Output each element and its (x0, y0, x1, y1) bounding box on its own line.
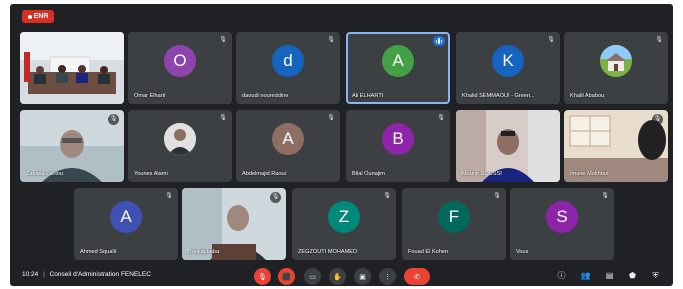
host-controls-button[interactable]: ⛨ (650, 270, 661, 281)
people-icon: 👥 (580, 271, 591, 280)
mic-off-icon: 🎙 (547, 37, 555, 43)
chat-button[interactable]: ▤ (604, 270, 615, 281)
meet-window: ENR 🎙 O Omar Elharti 🎙 d daoudi noureddi… (10, 4, 673, 286)
avatar: A (110, 200, 142, 233)
raise-hand-button[interactable]: ✋ (329, 268, 346, 285)
participant-name: Khalil Ababou (570, 93, 605, 99)
leave-call-button[interactable]: ✆ (404, 268, 430, 285)
mic-off-icon: 🎙 (270, 192, 281, 203)
camera-off-icon: ⬛ (282, 273, 291, 281)
participant-name: Younes Alami (134, 171, 168, 177)
avatar-photo (164, 122, 196, 155)
speaking-indicator-icon (433, 36, 445, 46)
people-button[interactable]: 👥 (580, 270, 591, 281)
avatar: Z (328, 200, 360, 233)
participant-name: daoudi noureddine (242, 93, 289, 99)
participant-tile-boukachaba[interactable]: 🎙 Boukachaba (182, 188, 286, 260)
mic-off-icon: 🎙 (165, 193, 173, 199)
participant-name: Imane Mokhtari (570, 171, 609, 177)
mic-off-icon: 🎙 (437, 115, 445, 121)
mic-off-icon: 🎙 (383, 193, 391, 199)
participant-name: Fouad El Kohen (408, 249, 449, 255)
captions-button[interactable]: ▭ (304, 268, 321, 285)
participant-name: Mounir SOUSSI (462, 171, 502, 177)
avatar: d (272, 44, 304, 77)
recording-dot-icon (27, 14, 32, 19)
person-photo-icon (164, 122, 196, 155)
camera-toggle-button[interactable]: ⬛ (278, 268, 295, 285)
captions-icon: ▭ (309, 273, 316, 281)
chat-icon: ▤ (605, 271, 614, 280)
participant-tile-ali[interactable]: A Ali ELHARTI (346, 32, 450, 104)
avatar-photo (600, 44, 632, 77)
participant-tile-zegzouti[interactable]: 🎙 Z ZEGZOUTI MOHAMED (292, 188, 396, 260)
participant-tile-self[interactable]: 🎙 S Vous (510, 188, 614, 260)
mic-off-icon: 🎙 (493, 193, 501, 199)
avatar: B (382, 122, 414, 155)
avatar: A (272, 122, 304, 155)
participant-tile-imane[interactable]: 🎙 Imane Mokhtari (564, 110, 668, 182)
avatar: S (546, 200, 578, 233)
participant-tile-daoudi[interactable]: 🎙 d daoudi noureddine (236, 32, 340, 104)
room-video (20, 32, 124, 104)
recording-label: ENR (33, 13, 49, 20)
mic-off-icon: 🎙 (601, 193, 609, 199)
mic-off-icon: 🎙 (258, 273, 267, 281)
participant-tile-khalid[interactable]: 🎙 K Khalid SEMMAOUI - Green... (456, 32, 560, 104)
participant-name: Boukachaba (188, 249, 220, 255)
participant-tile-bilal[interactable]: 🎙 B Bilal Ounajim (346, 110, 450, 182)
meeting-info: 10:24 | Conseil d'Administration FENELEC (22, 271, 151, 278)
participant-name: Ahmed Squalli (80, 249, 117, 255)
clock-time: 10:24 (22, 271, 39, 278)
house-photo-icon (600, 44, 632, 77)
hand-icon: ✋ (333, 273, 342, 281)
bottom-bar: 10:24 | Conseil d'Administration FENELEC… (10, 266, 673, 286)
activities-icon: ⬟ (629, 271, 636, 280)
present-icon: ▣ (359, 273, 366, 281)
participant-name: Omar Elharti (134, 93, 166, 99)
participant-tile-room[interactable] (20, 32, 124, 104)
participant-name: ZEGZOUTI MOHAMED (298, 249, 358, 255)
participant-tile-fouad[interactable]: 🎙 F Fouad El Kohen (402, 188, 506, 260)
participant-name: Abdelmajid Raoui (242, 171, 286, 177)
mic-toggle-button[interactable]: 🎙 (254, 268, 271, 285)
separator: | (43, 271, 45, 278)
participant-tile-video-1[interactable]: 🎙 Zakaria Lahlou (20, 110, 124, 182)
mic-off-icon: 🎙 (652, 114, 663, 125)
mic-off-icon: 🎙 (327, 115, 335, 121)
participant-name: Vous (516, 249, 529, 255)
participant-name: Khalid SEMMAOUI - Green... (462, 93, 535, 99)
participant-tile-omar[interactable]: 🎙 O Omar Elharti (128, 32, 232, 104)
participant-name: Bilal Ounajim (352, 171, 385, 177)
avatar: K (492, 44, 524, 77)
mic-off-icon: 🎙 (219, 37, 227, 43)
participant-tile-mounir[interactable]: Mounir SOUSSI (456, 110, 560, 182)
meeting-details-button[interactable]: ⓘ (556, 270, 567, 281)
recording-badge: ENR (22, 10, 54, 23)
more-options-button[interactable]: ⋮ (379, 268, 396, 285)
mic-off-icon: 🎙 (219, 115, 227, 121)
avatar: O (164, 44, 196, 77)
mic-off-icon: 🎙 (108, 114, 119, 125)
participant-tile-ahmed[interactable]: 🎙 A Ahmed Squalli (74, 188, 178, 260)
participant-name: Zakaria Lahlou (26, 171, 64, 177)
participant-tile-abdelmajid[interactable]: 🎙 A Abdelmajid Raoui (236, 110, 340, 182)
activities-button[interactable]: ⬟ (627, 270, 638, 281)
meeting-title: Conseil d'Administration FENELEC (49, 271, 151, 278)
mic-off-icon: 🎙 (655, 37, 663, 43)
shield-icon: ⛨ (652, 271, 659, 280)
participant-tile-khalil[interactable]: 🎙 Khalil Ababou (564, 32, 668, 104)
avatar: A (382, 44, 414, 77)
info-icon: ⓘ (557, 271, 566, 280)
avatar: F (438, 200, 470, 233)
participant-tile-younes[interactable]: 🎙 Younes Alami (128, 110, 232, 182)
mic-off-icon: 🎙 (327, 37, 335, 43)
present-button[interactable]: ▣ (354, 268, 371, 285)
participant-name: Ali ELHARTI (352, 93, 384, 99)
more-vert-icon: ⋮ (384, 273, 391, 281)
end-call-icon: ✆ (414, 273, 420, 281)
